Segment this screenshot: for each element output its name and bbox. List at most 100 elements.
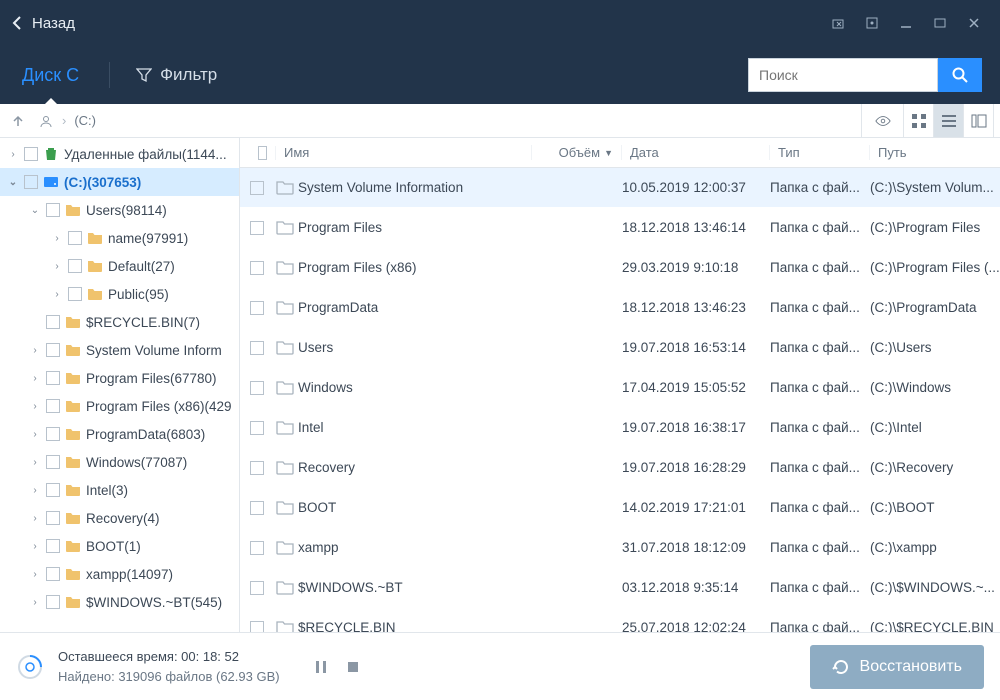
table-row[interactable]: Intel19.07.2018 16:38:17Папка с фай...(C… [240,408,1000,448]
tab-disk[interactable]: Диск C [18,55,83,96]
expand-toggle[interactable]: › [28,485,42,496]
col-type[interactable]: Тип [770,145,870,160]
tree-item[interactable]: ›name(97991) [0,224,239,252]
expand-toggle[interactable]: › [50,233,64,244]
expand-toggle[interactable]: › [28,457,42,468]
row-checkbox[interactable] [250,301,264,315]
tree-item[interactable]: ⌄Users(98114) [0,196,239,224]
folder-tree[interactable]: ›Удаленные файлы(1144...⌄(C:)(307653)⌄Us… [0,138,240,632]
tree-checkbox[interactable] [46,511,60,525]
tree-checkbox[interactable] [46,483,60,497]
tree-item[interactable]: ›Public(95) [0,280,239,308]
user-icon[interactable] [34,109,58,133]
tree-item[interactable]: ›Program Files (x86)(429 [0,392,239,420]
expand-toggle[interactable]: ⌄ [28,205,42,216]
pause-button[interactable] [310,656,332,678]
maximize-button[interactable] [926,11,954,35]
list-view-button[interactable] [934,104,964,137]
expand-toggle[interactable]: › [28,429,42,440]
close-button[interactable] [960,11,988,35]
row-checkbox[interactable] [250,581,264,595]
recover-button[interactable]: Восстановить [810,645,984,689]
tree-item[interactable]: ›$WINDOWS.~BT(545) [0,588,239,616]
tree-checkbox[interactable] [68,259,82,273]
search-input[interactable] [748,58,938,92]
tree-item[interactable]: ›Program Files(67780) [0,364,239,392]
row-checkbox[interactable] [250,381,264,395]
table-row[interactable]: Program Files (x86)29.03.2019 9:10:18Пап… [240,248,1000,288]
expand-toggle[interactable]: › [6,149,20,160]
grid-view-button[interactable] [904,104,934,137]
tree-item[interactable]: ›System Volume Inform [0,336,239,364]
expand-toggle[interactable]: › [28,345,42,356]
tree-item[interactable]: ›Intel(3) [0,476,239,504]
tree-item[interactable]: ›Default(27) [0,252,239,280]
tree-item[interactable]: ›Windows(77087) [0,448,239,476]
row-checkbox[interactable] [250,501,264,515]
minimize-button[interactable] [892,11,920,35]
row-checkbox[interactable] [250,621,264,633]
detail-view-button[interactable] [964,104,994,137]
expand-toggle[interactable]: › [28,541,42,552]
window-icon-2[interactable] [858,11,886,35]
table-row[interactable]: ProgramData18.12.2018 13:46:23Папка с фа… [240,288,1000,328]
row-checkbox[interactable] [250,261,264,275]
table-body[interactable]: System Volume Information10.05.2019 12:0… [240,168,1000,632]
tree-checkbox[interactable] [46,315,60,329]
table-row[interactable]: Recovery19.07.2018 16:28:29Папка с фай..… [240,448,1000,488]
col-volume[interactable]: Объём▼ [532,145,622,160]
tree-item[interactable]: $RECYCLE.BIN(7) [0,308,239,336]
tree-item[interactable]: ›Удаленные файлы(1144... [0,140,239,168]
row-checkbox[interactable] [250,541,264,555]
row-checkbox[interactable] [250,421,264,435]
table-row[interactable]: Users19.07.2018 16:53:14Папка с фай...(C… [240,328,1000,368]
tree-item[interactable]: ›BOOT(1) [0,532,239,560]
tree-checkbox[interactable] [46,371,60,385]
expand-toggle[interactable]: › [28,569,42,580]
table-row[interactable]: System Volume Information10.05.2019 12:0… [240,168,1000,208]
tree-item[interactable]: ⌄(C:)(307653) [0,168,239,196]
tree-checkbox[interactable] [46,567,60,581]
row-checkbox[interactable] [250,461,264,475]
select-all-checkbox[interactable] [258,146,267,160]
expand-toggle[interactable]: › [28,401,42,412]
tree-checkbox[interactable] [68,231,82,245]
tree-item[interactable]: ›Recovery(4) [0,504,239,532]
filter-button[interactable]: Фильтр [136,65,217,85]
stop-button[interactable] [342,656,364,678]
tree-checkbox[interactable] [46,343,60,357]
expand-toggle[interactable]: › [50,261,64,272]
col-name[interactable]: Имя [276,145,532,160]
tree-checkbox[interactable] [46,427,60,441]
tree-item[interactable]: ›xampp(14097) [0,560,239,588]
row-checkbox[interactable] [250,221,264,235]
table-row[interactable]: $RECYCLE.BIN25.07.2018 12:02:24Папка с ф… [240,608,1000,632]
tree-checkbox[interactable] [68,287,82,301]
expand-toggle[interactable]: › [50,289,64,300]
row-checkbox[interactable] [250,181,264,195]
expand-toggle[interactable]: › [28,597,42,608]
expand-toggle[interactable]: › [28,373,42,384]
tree-checkbox[interactable] [24,175,38,189]
preview-button[interactable] [862,104,904,137]
tree-checkbox[interactable] [46,203,60,217]
expand-toggle[interactable]: › [28,513,42,524]
col-date[interactable]: Дата [622,145,770,160]
table-row[interactable]: xampp31.07.2018 18:12:09Папка с фай...(C… [240,528,1000,568]
table-row[interactable]: Windows17.04.2019 15:05:52Папка с фай...… [240,368,1000,408]
table-row[interactable]: $WINDOWS.~BT03.12.2018 9:35:14Папка с фа… [240,568,1000,608]
search-button[interactable] [938,58,982,92]
window-icon-1[interactable] [824,11,852,35]
table-row[interactable]: Program Files18.12.2018 13:46:14Папка с … [240,208,1000,248]
table-row[interactable]: BOOT14.02.2019 17:21:01Папка с фай...(C:… [240,488,1000,528]
tree-checkbox[interactable] [46,455,60,469]
up-button[interactable] [6,109,30,133]
row-checkbox[interactable] [250,341,264,355]
tree-checkbox[interactable] [46,539,60,553]
expand-toggle[interactable]: ⌄ [6,177,20,188]
back-button[interactable]: Назад [12,15,75,32]
tree-checkbox[interactable] [24,147,38,161]
tree-item[interactable]: ›ProgramData(6803) [0,420,239,448]
tree-checkbox[interactable] [46,399,60,413]
col-path[interactable]: Путь [870,145,1000,160]
